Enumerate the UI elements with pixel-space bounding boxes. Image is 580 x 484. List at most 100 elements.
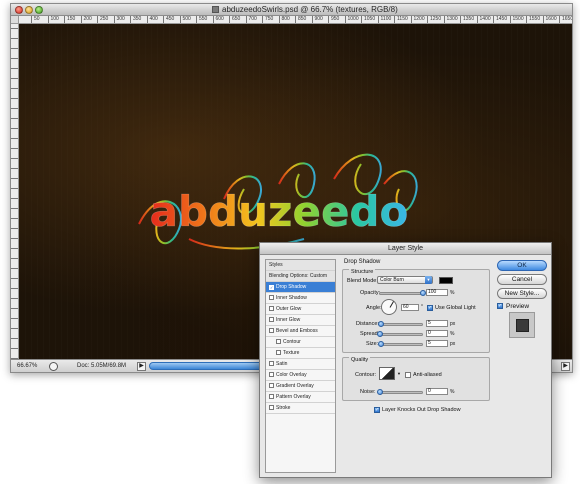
angle-dial[interactable] <box>381 299 397 315</box>
style-checkbox[interactable] <box>269 405 274 410</box>
distance-field[interactable]: 5 <box>426 320 448 327</box>
quality-group-label: Quality <box>349 357 371 363</box>
distance-slider[interactable] <box>378 321 423 327</box>
angle-field[interactable]: 60 <box>401 304 419 311</box>
layer-knocks-out-checkbox[interactable]: ✓ <box>374 407 380 413</box>
style-checkbox[interactable] <box>269 372 274 377</box>
ruler-tick <box>11 198 18 199</box>
style-checkbox[interactable] <box>269 328 274 333</box>
styles-list: Styles Blending Options: Custom ✓ Drop Shad… <box>265 259 336 473</box>
styles-list-item[interactable]: Blending Options: Custom <box>266 271 335 282</box>
style-checkbox[interactable]: ✓ <box>269 285 274 290</box>
size-slider[interactable] <box>378 341 423 347</box>
horizontal-ruler[interactable]: 50 100 150 200 250 300 350 400 450 500 550 600 650 70… <box>19 16 572 24</box>
styles-list-item[interactable]: Gradient Overlay <box>266 381 335 392</box>
ruler-tick-label: 1500 <box>512 16 524 22</box>
style-checkbox[interactable] <box>276 339 281 344</box>
style-checkbox[interactable] <box>269 317 274 322</box>
ruler-tick: 450 <box>163 16 174 23</box>
contour-dropdown-arrow-icon[interactable]: ▼ <box>397 371 401 376</box>
styles-list-item[interactable]: Styles <box>266 260 335 271</box>
noise-slider-knob[interactable] <box>377 389 383 395</box>
use-global-light-checkbox[interactable]: ✓ <box>427 305 433 311</box>
zoom-window-button[interactable] <box>35 6 43 14</box>
ruler-tick: 400 <box>146 16 158 23</box>
close-window-button[interactable] <box>15 6 23 14</box>
ruler-tick <box>11 138 18 139</box>
styles-list-item[interactable]: Color Overlay <box>266 370 335 381</box>
minimize-window-button[interactable] <box>25 6 33 14</box>
ruler-tick-label: 650 <box>232 16 241 22</box>
noise-slider[interactable] <box>377 389 423 395</box>
styles-list-item[interactable]: Inner Glow <box>266 315 335 326</box>
ruler-tick-label: 200 <box>83 16 92 22</box>
blend-mode-select[interactable]: Color Burn ▼ <box>377 276 433 284</box>
ruler-tick-label: 800 <box>281 16 290 22</box>
styles-list-item[interactable]: Outer Glow <box>266 304 335 315</box>
styles-list-item[interactable]: Satin <box>266 359 335 370</box>
styles-list-item[interactable]: Inner Shadow <box>266 293 335 304</box>
size-label: Size: <box>366 341 379 347</box>
ruler-tick: 1200 <box>410 16 425 23</box>
ruler-tick <box>11 298 18 299</box>
opacity-field[interactable]: 100 <box>426 289 448 296</box>
spread-slider-knob[interactable] <box>377 331 383 337</box>
spread-field[interactable]: 0 <box>426 330 448 337</box>
ruler-tick <box>11 288 18 289</box>
zoom-level-field[interactable]: 66.67% <box>17 362 47 371</box>
ruler-tick <box>11 328 18 329</box>
styles-list-item[interactable]: Pattern Overlay <box>266 392 335 403</box>
ok-button[interactable]: OK <box>497 260 547 271</box>
scroll-right-arrow-icon[interactable]: ▶ <box>561 362 570 371</box>
styles-list-item[interactable]: Bevel and Emboss <box>266 326 335 337</box>
preview-checkbox[interactable]: ✓ <box>497 303 503 309</box>
dialog-titlebar[interactable]: Layer Style <box>260 243 551 255</box>
ruler-tick: 1400 <box>476 16 491 23</box>
ruler-tick-label: 350 <box>133 16 142 22</box>
document-title: abduzeedoSwirls.psd @ 66.7% (textures, R… <box>222 5 398 14</box>
preview-swatch <box>516 319 529 332</box>
cancel-button[interactable]: Cancel <box>497 274 547 285</box>
style-checkbox[interactable] <box>269 394 274 399</box>
artwork-text: abduzeedo <box>150 187 409 236</box>
size-field[interactable]: 5 <box>426 340 448 347</box>
styles-list-item[interactable]: Contour <box>266 337 335 348</box>
styles-list-item[interactable]: Texture <box>266 348 335 359</box>
ruler-origin-corner[interactable] <box>11 16 19 24</box>
opacity-slider[interactable] <box>379 290 426 296</box>
status-menu-arrow-icon[interactable]: ▶ <box>137 362 146 371</box>
size-unit: px <box>450 341 456 347</box>
ruler-tick <box>11 208 18 209</box>
ruler-tick: 1250 <box>427 16 441 23</box>
styles-list-item[interactable]: Stroke <box>266 403 335 414</box>
blend-mode-value: Color Burn <box>380 277 404 283</box>
ruler-tick <box>11 168 18 169</box>
new-style-button[interactable]: New Style... <box>497 288 547 299</box>
noise-label: Noise: <box>360 389 376 395</box>
ruler-tick: 500 <box>179 16 191 23</box>
ruler-tick: 950 <box>328 16 339 23</box>
ruler-tick <box>11 218 18 219</box>
spread-slider[interactable] <box>377 331 423 337</box>
horizontal-scrollbar[interactable] <box>149 362 269 370</box>
document-titlebar[interactable]: abduzeedoSwirls.psd @ 66.7% (textures, R… <box>11 4 572 16</box>
size-slider-knob[interactable] <box>378 341 384 347</box>
style-checkbox[interactable] <box>276 350 281 355</box>
ruler-tick: 1300 <box>443 16 458 23</box>
ruler-tick <box>11 268 18 269</box>
style-checkbox[interactable] <box>269 361 274 366</box>
ruler-tick-label: 500 <box>182 16 191 22</box>
anti-aliased-checkbox[interactable] <box>405 372 411 378</box>
style-checkbox[interactable] <box>269 383 274 388</box>
ruler-tick <box>11 68 18 69</box>
noise-field[interactable]: 0 <box>426 388 448 395</box>
contour-picker[interactable] <box>379 367 395 380</box>
vertical-ruler[interactable] <box>11 24 19 361</box>
distance-slider-knob[interactable] <box>378 321 384 327</box>
styles-list-item[interactable]: ✓ Drop Shadow <box>266 282 335 293</box>
ruler-tick: 150 <box>64 16 75 23</box>
shadow-color-swatch[interactable] <box>439 277 453 284</box>
style-checkbox[interactable] <box>269 295 274 300</box>
navigator-icon[interactable] <box>49 362 58 371</box>
style-checkbox[interactable] <box>269 306 274 311</box>
